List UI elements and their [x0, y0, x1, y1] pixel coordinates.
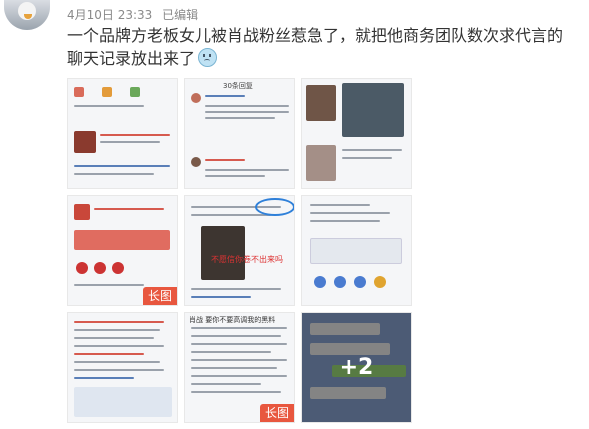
thumb-shape: [102, 87, 112, 97]
thumb-line: [205, 169, 289, 171]
thumb-line: [100, 141, 160, 143]
long-image-badge: 长图: [142, 287, 177, 305]
image-grid: 30条回复 长图 不愿信你卷不出来吗 肖战 要你不要高调我的黑料 长图 +2: [67, 78, 412, 426]
thumb-line: [342, 149, 402, 151]
thumb-line: [191, 327, 287, 329]
thumb-line: [205, 159, 245, 161]
thumb-line: [310, 212, 390, 214]
thumb-shape: [374, 276, 386, 288]
thumb-photo: [306, 85, 336, 121]
thumb-line: [191, 375, 287, 377]
thumb-line: [205, 111, 289, 113]
thumb-line: [74, 377, 134, 379]
thumb-line: [205, 95, 245, 97]
thumb-line: [74, 165, 170, 167]
thumb-shape: [354, 276, 366, 288]
thumb-photo: [201, 226, 245, 280]
thumb-card: [74, 387, 172, 417]
thumb-line: [342, 157, 392, 159]
thumb-shape: [76, 262, 88, 274]
thumb-avatar: [191, 157, 201, 167]
thumb-line: [310, 204, 370, 206]
thumb-photo: [342, 83, 404, 137]
thumb-line: [191, 296, 251, 298]
thumb-avatar: [191, 93, 201, 103]
thumb-line: [191, 335, 281, 337]
thumb-line: [191, 391, 281, 393]
thumb-line: [191, 351, 271, 353]
post-text: 一个品牌方老板女儿被肖战粉丝惹急了，就把他商务团队数次求代言的聊天记录放出来了: [67, 24, 572, 70]
thumb-title: 30条回复: [223, 82, 253, 90]
post-edited-label[interactable]: 已编辑: [162, 8, 198, 22]
thumb-photo: [306, 145, 336, 181]
emoji-icon: [198, 48, 218, 67]
thumb-line: [74, 337, 154, 339]
thumb-caption: 不愿信你卷不出来吗: [211, 255, 283, 264]
thumb-line: [94, 208, 164, 210]
thumb-shape: [334, 276, 346, 288]
thumb-line: [205, 175, 265, 177]
thumb-line: [205, 105, 289, 107]
thumb-line: [205, 117, 275, 119]
thumb-line: [74, 329, 160, 331]
thumb-line: [310, 220, 380, 222]
thumb-card: [310, 238, 402, 264]
post-meta: 4月10日 23:33 已编辑: [67, 6, 204, 23]
more-images-overlay: +2: [302, 313, 411, 422]
thumb-shape: [112, 262, 124, 274]
image-thumbnail-8[interactable]: 肖战 要你不要高调我的黑料 长图: [184, 312, 295, 423]
thumb-line: [74, 345, 164, 347]
long-image-badge: 长图: [259, 404, 294, 422]
image-thumbnail-9[interactable]: +2: [301, 312, 412, 423]
thumb-line: [191, 367, 277, 369]
post-body: 一个品牌方老板女儿被肖战粉丝惹急了，就把他商务团队数次求代言的聊天记录放出来了: [67, 26, 564, 68]
image-thumbnail-7[interactable]: [67, 312, 178, 423]
thumb-line: [191, 359, 287, 361]
highlight-circle: [255, 198, 294, 216]
thumb-shape: [74, 204, 90, 220]
thumb-shape: [94, 262, 106, 274]
thumb-photo: [74, 131, 96, 153]
thumb-line: [74, 105, 144, 107]
thumb-line: [74, 321, 164, 323]
image-thumbnail-2[interactable]: 30条回复: [184, 78, 295, 189]
thumb-shape: [314, 276, 326, 288]
thumb-title: 肖战 要你不要高调我的黑料: [189, 316, 276, 324]
thumb-line: [74, 284, 144, 286]
thumb-line: [191, 343, 287, 345]
thumb-line: [74, 369, 164, 371]
author-avatar[interactable]: [4, 0, 50, 30]
image-thumbnail-1[interactable]: [67, 78, 178, 189]
post-date[interactable]: 4月10日 23:33: [67, 8, 152, 22]
thumb-shape: [74, 230, 170, 250]
thumb-shape: [74, 87, 84, 97]
thumb-line: [74, 173, 154, 175]
thumb-line: [100, 134, 170, 136]
image-thumbnail-3[interactable]: [301, 78, 412, 189]
thumb-line: [191, 383, 261, 385]
image-thumbnail-4[interactable]: 长图: [67, 195, 178, 306]
thumb-line: [74, 353, 144, 355]
thumb-line: [191, 288, 281, 290]
thumb-shape: [130, 87, 140, 97]
thumb-line: [191, 214, 271, 216]
image-thumbnail-5[interactable]: 不愿信你卷不出来吗: [184, 195, 295, 306]
thumb-line: [74, 361, 160, 363]
image-thumbnail-6[interactable]: [301, 195, 412, 306]
